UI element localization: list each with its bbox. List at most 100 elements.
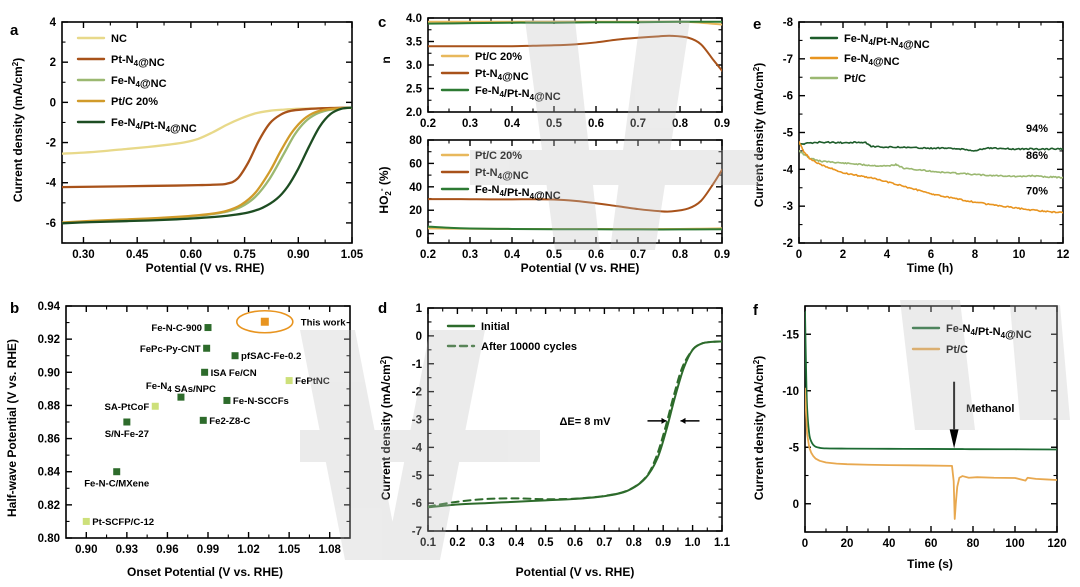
curve-Pt-N4@NC <box>428 168 722 213</box>
panel-e-xtick: 10 <box>1013 249 1026 261</box>
panel-a-ytick: 2 <box>50 57 56 69</box>
scatter-label-6: Fe-N-SCCFs <box>233 396 289 407</box>
panel-d-ytick: -1 <box>412 359 423 371</box>
panel-a-xtick: 0.60 <box>180 249 202 261</box>
panel-c-top-xtick: 0.8 <box>672 118 689 130</box>
methanol-label: Methanol <box>966 403 1014 415</box>
panel-e-legend-0-label: Fe-N4/Pt-N4@NC <box>844 33 930 51</box>
panel-c-top-legend-1-label: Pt-N4@NC <box>475 68 529 83</box>
panel-a-legend-4-label: Fe-N4/Pt-N4@NC <box>111 117 197 135</box>
panel-e-ytick: -8 <box>783 17 794 29</box>
scatter-label-4: FePtNC <box>295 376 330 387</box>
curve-Fe-N4/Pt-N4@NC <box>62 106 352 225</box>
panel-d-ylabel: Current density (mA/cm2) <box>379 356 393 500</box>
panel-a-xtick: 0.75 <box>233 249 256 261</box>
panel-f-xlabel: Time (s) <box>907 557 953 571</box>
panel-c-bot-ytick: 20 <box>409 205 422 217</box>
panel-f-xtick: 20 <box>841 538 854 550</box>
scatter-label-0: Fe-N-C-900 <box>151 323 202 334</box>
scatter-marker <box>285 377 293 385</box>
panel-c-top-xtick: 0.3 <box>462 118 478 130</box>
panel-b-ytick: 0.94 <box>38 301 61 313</box>
panel-f-xtick: 80 <box>967 538 980 550</box>
panel-e-ylabel: Current density (mA/cm2) <box>752 63 766 207</box>
panel-c-top-legend-2-label: Fe-N4/Pt-N4@NC <box>475 85 561 103</box>
panel-f-xtick: 0 <box>802 538 808 550</box>
panel-d-legend-1-label: After 10000 cycles <box>481 341 577 353</box>
panel-f-legend-0-label: Fe-N4/Pt-N4@NC <box>946 323 1032 341</box>
curve-Fe-N4@NC <box>62 106 352 225</box>
panel-d-xtick: 0.3 <box>479 537 495 549</box>
panel-b-ytick: 0.88 <box>38 400 61 412</box>
panel-e-ytick: -3 <box>783 201 793 213</box>
panel-d-xtick: 0.8 <box>626 537 643 549</box>
panel-e-xtick: 0 <box>796 249 802 261</box>
panel-a-legend-3-label: Pt/C 20% <box>111 96 158 108</box>
curve-Pt/C <box>799 150 1063 179</box>
panel-a-xtick: 0.45 <box>126 249 149 261</box>
panel-a-ytick: 0 <box>50 97 56 109</box>
panel-b-ylabel: Half-wave Potential (V vs. RHE) <box>5 339 19 517</box>
scatter-marker <box>231 352 239 360</box>
panel-d-legend-0-label: Initial <box>481 321 510 333</box>
panel-e-legend-2-label: Pt/C <box>844 73 866 85</box>
panel-e-ytick: -6 <box>783 91 793 103</box>
panel-f-ytick: -5 <box>789 442 800 454</box>
scatter-marker <box>82 517 90 525</box>
panel-e-retention-1: 86% <box>1026 150 1048 162</box>
scatter-label-8: Fe2-Z8-C <box>209 416 250 427</box>
panel-b-ytick: 0.84 <box>38 467 61 479</box>
panel-b-xtick: 1.08 <box>319 544 342 556</box>
panel-c-top-xtick: 0.4 <box>504 118 521 130</box>
panel-c-top-xtick: 0.2 <box>420 118 436 130</box>
panel-d-ytick: 1 <box>416 303 423 315</box>
panel-d-ytick: -3 <box>412 415 422 427</box>
panel-c-top-ytick: 4.0 <box>406 13 422 25</box>
scatter-marker <box>201 368 209 376</box>
panel-e-retention-0: 94% <box>1026 123 1048 135</box>
panel-d-xtick: 0.7 <box>596 537 612 549</box>
panel-c-bot-ytick: 0 <box>416 229 422 241</box>
panel-a-ytick: -4 <box>46 178 57 190</box>
panel-d-xtick: 0.5 <box>538 537 555 549</box>
panel-d: d 0.1 0.2 0.3 0.4 0.5 0.6 0.7 0.8 0.9 1.0 1.1 1 0 -1 -… <box>370 288 745 587</box>
panel-c-top-axes-frame <box>427 17 723 113</box>
panel-b-ytick: 0.92 <box>38 334 60 346</box>
panel-c-top-xtick: 0.6 <box>588 118 604 130</box>
scatter-label-3: ISA Fe/CN <box>211 368 257 379</box>
panel-f-chart: 0 20 40 60 80 100 120 -15 -10 -5 0 Fe-N4/Pt-N4@NC P… <box>752 305 1067 571</box>
scatter-marker <box>223 396 231 404</box>
panel-c-bot-xtick: 0.2 <box>420 249 436 261</box>
panel-e-ytick: -2 <box>783 238 793 250</box>
panel-d-xtick: 0.1 <box>420 537 437 549</box>
panel-e-label: e <box>753 16 762 33</box>
panel-d-xtick: 0.4 <box>508 537 525 549</box>
panel-b-ytick: 0.82 <box>38 500 60 512</box>
panel-c-bot-xtick: 0.8 <box>672 249 689 261</box>
panel-c-top-ytick: 2.0 <box>406 107 422 119</box>
panel-d-chart: 0.1 0.2 0.3 0.4 0.5 0.6 0.7 0.8 0.9 1.0 1.1 1 0 -1 -2 -… <box>379 303 731 579</box>
panel-c-bot-xtick: 0.3 <box>462 249 478 261</box>
scatter-marker <box>199 416 207 424</box>
panel-f-ytick: 0 <box>793 499 799 511</box>
curve-Fe-N4/Pt-N4@NC <box>799 140 1063 152</box>
panel-c-bot-ylabel: HO2- (%) <box>377 166 393 213</box>
scatter-marker <box>123 418 131 426</box>
scatter-marker <box>204 324 212 332</box>
panel-a-chart: 0.30 0.45 0.60 0.75 0.90 1.05 4 2 0 -2 -4 -6 NC Pt-N… <box>11 17 364 275</box>
scatter-label-5: Fe-N4 SAs/NPC <box>146 381 216 395</box>
panel-c-top-xtick: 0.5 <box>546 118 563 130</box>
panel-b-ytick: 0.90 <box>38 367 60 379</box>
methanol-arrow-head <box>949 429 959 449</box>
panel-a-ylabel: Current density (mA/cm2) <box>11 58 25 202</box>
panel-e-chart: 0 2 4 6 8 10 12 -8 -7 -6 -5 -4 -3 -2 Fe-N4/Pt-N4@NC Fe… <box>752 17 1069 275</box>
scatter-marker <box>203 344 211 352</box>
panel-c-top-xtick: 0.9 <box>714 118 730 130</box>
this-work-label: This work <box>301 318 346 329</box>
scatter-marker <box>151 402 159 410</box>
panel-b-xtick: 1.02 <box>237 544 259 556</box>
panel-c-bot-xtick: 0.4 <box>504 249 521 261</box>
arrow-head <box>680 417 686 424</box>
panel-d-ytick: 0 <box>416 331 422 343</box>
panel-d-delta-e-label: ΔE= 8 mV <box>559 416 611 428</box>
